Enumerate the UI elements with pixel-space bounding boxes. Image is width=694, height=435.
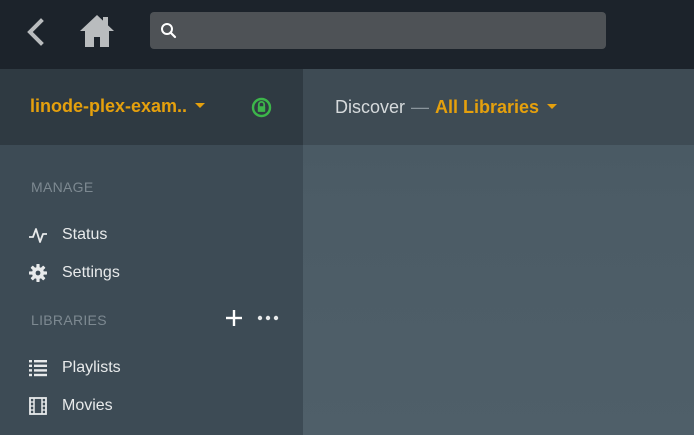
- list-icon: [28, 358, 48, 378]
- top-bar: [0, 0, 694, 69]
- chevron-down-icon: [547, 104, 558, 110]
- sidebar-item-label: Status: [62, 226, 108, 243]
- activity-icon: [28, 225, 48, 245]
- search-icon: [161, 23, 177, 39]
- server-selector[interactable]: linode-plex-exam..: [30, 96, 206, 117]
- sidebar-item-label: Movies: [62, 397, 113, 414]
- home-button[interactable]: [78, 12, 116, 50]
- breadcrumb: Discover — All Libraries: [335, 97, 558, 118]
- sidebar-item-status[interactable]: Status: [28, 221, 268, 249]
- breadcrumb-section[interactable]: Discover: [335, 97, 405, 117]
- breadcrumb-current: All Libraries: [435, 97, 540, 117]
- sidebar-item-movies[interactable]: Movies: [28, 392, 268, 420]
- sidebar-item-label: Playlists: [62, 359, 121, 376]
- sidebar-item-settings[interactable]: Settings: [28, 259, 268, 287]
- breadcrumb-separator: —: [411, 97, 430, 117]
- sidebar: linode-plex-exam.. MANAGE Status Setting…: [0, 69, 303, 435]
- search-bar[interactable]: [150, 12, 606, 49]
- plus-icon[interactable]: [225, 309, 243, 327]
- ellipsis-icon[interactable]: [257, 314, 279, 322]
- chevron-down-icon: [195, 103, 206, 109]
- libraries-heading: LIBRARIES: [31, 312, 107, 328]
- server-name: linode-plex-exam..: [30, 96, 188, 116]
- manage-heading: MANAGE: [31, 179, 94, 195]
- film-icon: [28, 396, 48, 416]
- main-content: Discover — All Libraries: [303, 69, 694, 435]
- chevron-left-icon: [27, 18, 44, 46]
- lock-icon[interactable]: [251, 97, 272, 118]
- home-icon: [80, 15, 114, 47]
- search-input[interactable]: [184, 12, 594, 49]
- library-selector[interactable]: All Libraries: [435, 97, 558, 117]
- back-button[interactable]: [20, 16, 52, 48]
- sidebar-item-playlists[interactable]: Playlists: [28, 354, 268, 382]
- sidebar-item-label: Settings: [62, 264, 120, 281]
- server-header: linode-plex-exam..: [0, 69, 303, 145]
- gear-icon: [28, 263, 48, 283]
- main-header: Discover — All Libraries: [303, 69, 694, 145]
